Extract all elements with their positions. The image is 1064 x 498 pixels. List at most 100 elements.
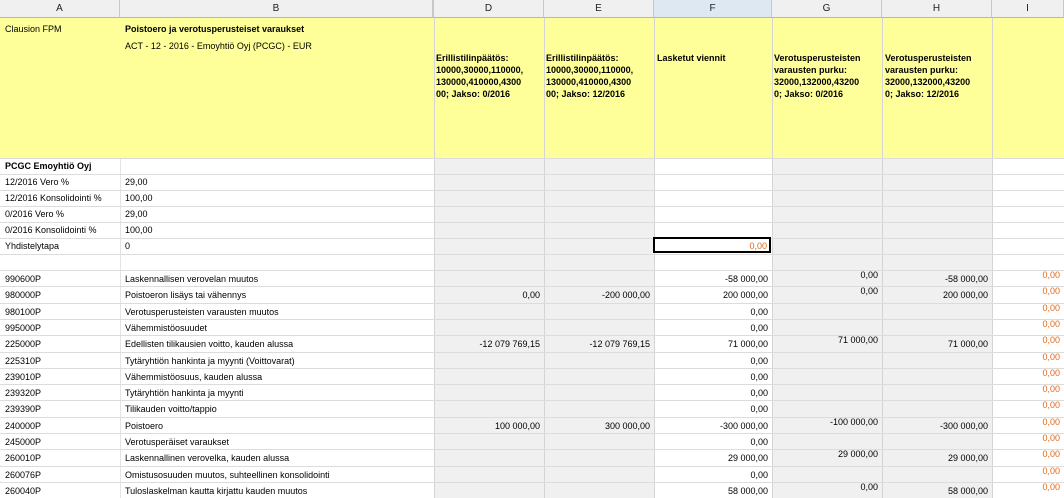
cell-i[interactable]: 0,00 (1042, 286, 1060, 297)
grid-hline (0, 270, 1064, 271)
cell-f[interactable]: 0,00 (750, 356, 768, 367)
account-name: Poistoeron lisäys tai vähennys (125, 290, 247, 300)
column-header-a[interactable]: A (0, 0, 120, 18)
cell-g[interactable]: -100 000,00 (830, 417, 878, 428)
grid-hline (0, 384, 1064, 385)
cell-i[interactable]: 0,00 (1042, 449, 1060, 460)
cell-i[interactable]: 0,00 (1042, 303, 1060, 314)
cell-f[interactable]: 200 000,00 (723, 290, 768, 301)
grid-vline (654, 18, 655, 498)
param-value[interactable]: 100,00 (125, 193, 153, 204)
cell-i[interactable]: 0,00 (1042, 400, 1060, 411)
account-name: Verotusperäiset varaukset (125, 437, 230, 447)
cell-d[interactable]: 0,00 (522, 290, 540, 301)
cell-h[interactable]: 29 000,00 (948, 453, 988, 464)
cell-h[interactable]: 200 000,00 (943, 290, 988, 301)
grid-hline (0, 433, 1064, 434)
account-code: 980100P (5, 307, 42, 317)
cell-g[interactable]: 0,00 (860, 482, 878, 493)
grid-vline (772, 18, 773, 498)
grid-hline (0, 206, 1064, 207)
cell-e[interactable]: -200 000,00 (602, 290, 650, 301)
grid-vline (992, 18, 993, 498)
grid-hline (0, 303, 1064, 304)
cell-i[interactable]: 0,00 (1042, 352, 1060, 363)
grid-vline (120, 158, 121, 498)
account-name: Verotusperusteisten varausten muutos (125, 307, 279, 317)
grid-hline (0, 222, 1064, 223)
cell-i[interactable]: 0,00 (1042, 482, 1060, 493)
grid-hline (0, 400, 1064, 401)
cell-d[interactable]: -12 079 769,15 (479, 339, 540, 350)
cell-h[interactable]: -58 000,00 (945, 274, 988, 285)
cell-f[interactable]: 58 000,00 (728, 486, 768, 497)
grid-hline (0, 335, 1064, 336)
grid-hline (0, 158, 1064, 159)
column-header-g[interactable]: G (772, 0, 882, 18)
cell-h[interactable]: 71 000,00 (948, 339, 988, 350)
cell-i[interactable]: 0,00 (1042, 466, 1060, 477)
cell-e[interactable]: -12 079 769,15 (589, 339, 650, 350)
grid-hline (0, 417, 1064, 418)
param-value[interactable]: 29,00 (125, 209, 148, 220)
column-header-b[interactable]: B (120, 0, 433, 18)
cell-f[interactable]: 29 000,00 (728, 453, 768, 464)
cell-i[interactable]: 0,00 (1042, 417, 1060, 428)
account-code: 260076P (5, 470, 42, 480)
cell-e[interactable]: 300 000,00 (605, 421, 650, 432)
account-name: Vähemmistöosuudet (125, 323, 208, 333)
cell-i[interactable]: 0,00 (1042, 319, 1060, 330)
account-code: 245000P (5, 437, 42, 447)
cell-f[interactable]: 71 000,00 (728, 339, 768, 350)
account-code: 240000P (5, 421, 42, 431)
spreadsheet-grid[interactable]: ABDEFGHI Clausion FPM Poistoero ja verot… (0, 0, 1064, 498)
param-label: 12/2016 Konsolidointi % (5, 193, 102, 203)
param-value[interactable]: 29,00 (125, 177, 148, 188)
account-name: Tuloslaskelman kautta kirjattu kauden mu… (125, 486, 308, 496)
column-header-e[interactable]: E (544, 0, 654, 18)
cell-d[interactable]: 100 000,00 (495, 421, 540, 432)
account-name: Laskennallinen verovelka, kauden alussa (125, 453, 290, 463)
cell-g[interactable]: 29 000,00 (838, 449, 878, 460)
grid-vline (544, 18, 545, 498)
column-header-i[interactable]: I (992, 0, 1064, 18)
param-label: 0/2016 Konsolidointi % (5, 225, 97, 235)
account-name: Omistusosuuden muutos, suhteellinen kons… (125, 470, 330, 480)
column-header-d[interactable]: D (434, 0, 544, 18)
cell-h[interactable]: -300 000,00 (940, 421, 988, 432)
cell-f[interactable]: 0,00 (750, 388, 768, 399)
header-col-g: Verotusperusteisten varausten purku: 320… (774, 53, 861, 99)
cell-g[interactable]: 0,00 (860, 286, 878, 297)
cell-f[interactable]: -300 000,00 (720, 421, 768, 432)
grid-hline (0, 286, 1064, 287)
cell-f[interactable]: 0,00 (750, 404, 768, 415)
cell-f[interactable]: 0,00 (750, 307, 768, 318)
cell-h[interactable]: 58 000,00 (948, 486, 988, 497)
grid-hline (0, 190, 1064, 191)
column-header-h[interactable]: H (882, 0, 992, 18)
account-code: 990600P (5, 274, 42, 284)
param-value[interactable]: 0 (125, 241, 130, 252)
active-cell[interactable]: 0,00 (653, 237, 771, 253)
cell-g[interactable]: 71 000,00 (838, 335, 878, 346)
param-label: 12/2016 Vero % (5, 177, 70, 187)
cell-f[interactable]: 0,00 (750, 470, 768, 481)
column-header-f[interactable]: F (654, 0, 772, 18)
param-label: 0/2016 Vero % (5, 209, 65, 219)
account-name: Edellisten tilikausien voitto, kauden al… (125, 339, 294, 349)
cell-i[interactable]: 0,00 (1042, 433, 1060, 444)
cell-f[interactable]: -58 000,00 (725, 274, 768, 285)
cell-i[interactable]: 0,00 (1042, 270, 1060, 281)
cell-i[interactable]: 0,00 (1042, 384, 1060, 395)
grid-hline (0, 466, 1064, 467)
cell-f[interactable]: 0,00 (750, 323, 768, 334)
account-name: Tilikauden voitto/tappio (125, 404, 217, 414)
cell-i[interactable]: 0,00 (1042, 335, 1060, 346)
active-cell-value: 0,00 (749, 241, 767, 251)
cell-g[interactable]: 0,00 (860, 270, 878, 281)
cell-i[interactable]: 0,00 (1042, 368, 1060, 379)
param-value[interactable]: 100,00 (125, 225, 153, 236)
cell-f[interactable]: 0,00 (750, 437, 768, 448)
grid-hline (0, 254, 1064, 255)
cell-f[interactable]: 0,00 (750, 372, 768, 383)
